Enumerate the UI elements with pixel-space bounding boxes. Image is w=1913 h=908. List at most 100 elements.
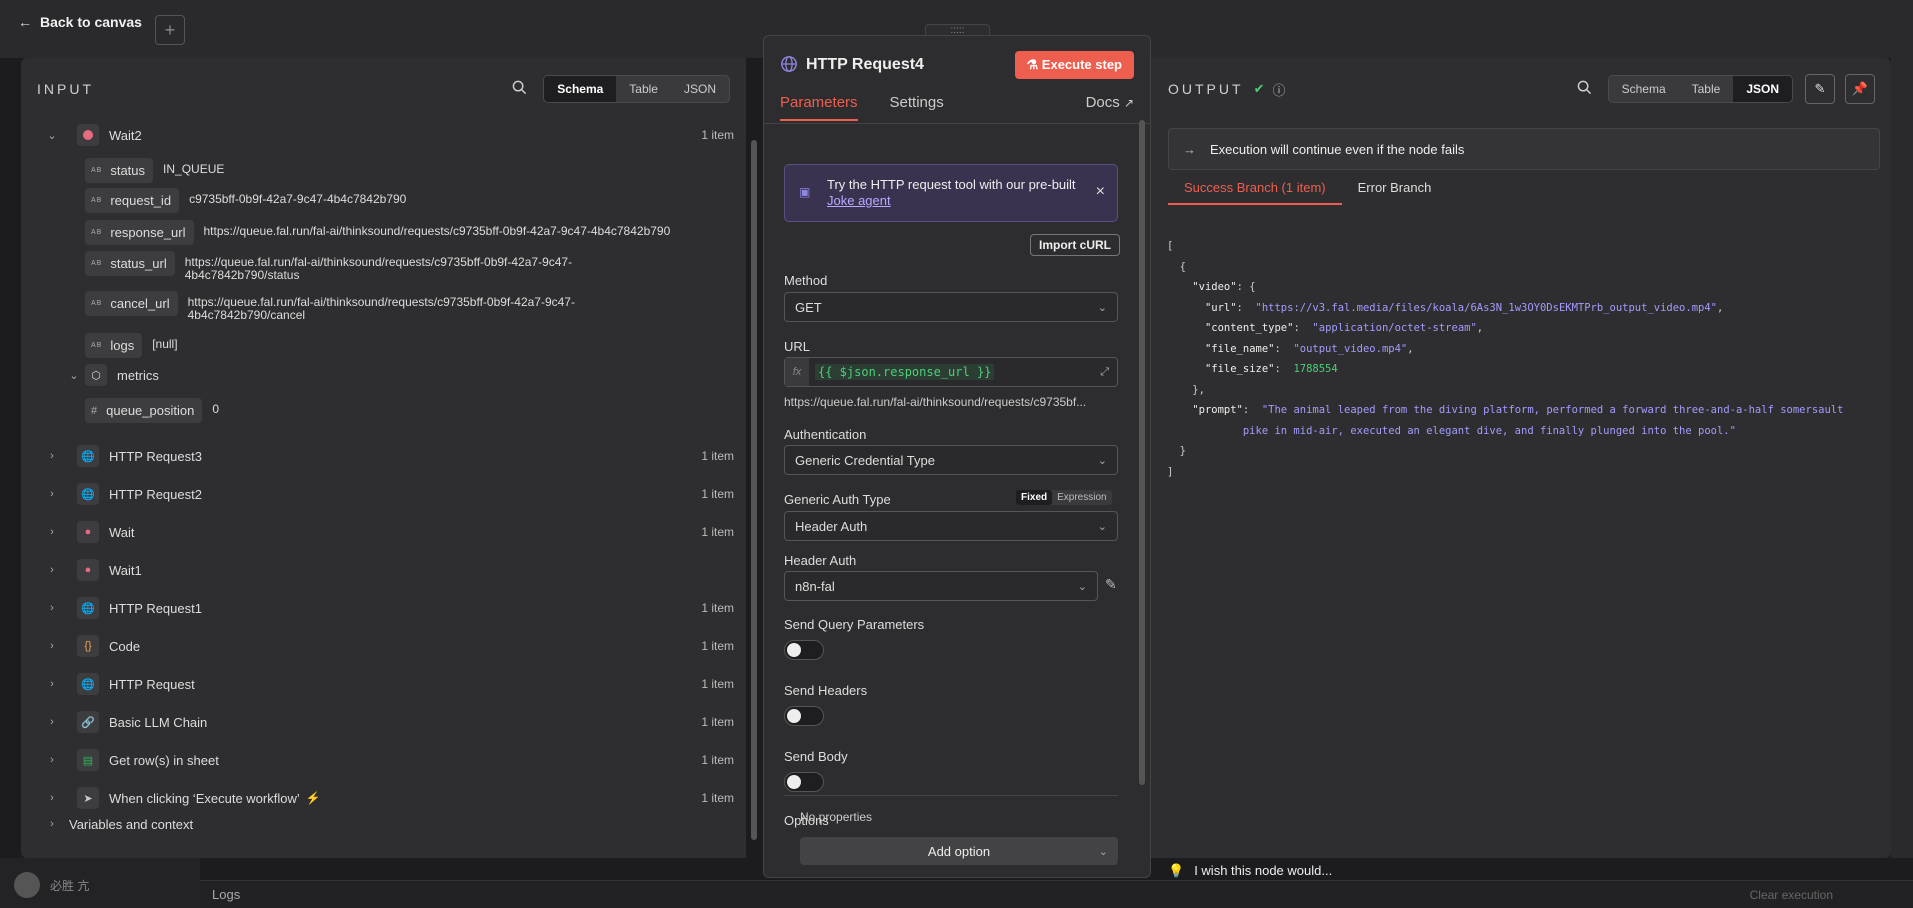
tree-node-variables[interactable]: › Variables and context xyxy=(21,809,746,839)
json-output: [ { "video": { "url": "https://v3.fal.me… xyxy=(1167,240,1844,478)
add-tab-button[interactable]: + xyxy=(155,15,185,45)
execute-step-button[interactable]: ⚗ Execute step xyxy=(1014,51,1134,79)
sheet-icon: ▤ xyxy=(77,749,99,771)
chevron-right-icon: › xyxy=(50,716,54,728)
tree-node-wait2[interactable]: ⌄ Wait2 1 item xyxy=(21,120,746,150)
logs-bar[interactable]: Logs xyxy=(200,880,1913,908)
method-select[interactable]: GET ⌄ xyxy=(784,292,1118,322)
pin-data-button[interactable]: 📌 xyxy=(1845,74,1875,104)
json-view-button[interactable]: JSON xyxy=(671,76,729,102)
cube-icon: ⬡ xyxy=(85,364,107,386)
modal-scrollbar[interactable] xyxy=(1139,120,1145,785)
string-type-icon: AB xyxy=(91,167,103,174)
chevron-down-icon: ⌄ xyxy=(1097,454,1107,467)
code-icon: {} xyxy=(77,635,99,657)
generic-auth-type-select[interactable]: Header Auth ⌄ xyxy=(784,511,1118,541)
tab-error-branch[interactable]: Error Branch xyxy=(1342,180,1448,205)
url-expression-field[interactable]: fx {{ $json.response_url }} ⤢ xyxy=(784,357,1118,387)
chevron-right-icon: › xyxy=(50,602,54,614)
tab-settings[interactable]: Settings xyxy=(890,94,944,119)
import-curl-button[interactable]: Import cURL xyxy=(1030,234,1120,256)
expression-button[interactable]: Expression xyxy=(1052,490,1111,505)
header-auth-select[interactable]: n8n-fal ⌄ xyxy=(784,571,1098,601)
tree-node-wait[interactable]: › ● Wait 1 item xyxy=(21,517,746,547)
tree-node-get-row-s-in-sheet[interactable]: › ▤ Get row(s) in sheet 1 item xyxy=(21,745,746,775)
string-type-icon: AB xyxy=(91,260,103,267)
output-title: OUTPUT xyxy=(1168,81,1244,97)
schema-view-button[interactable]: Schema xyxy=(544,76,617,102)
robot-icon: ▣ xyxy=(799,185,811,199)
feedback-link[interactable]: 💡 I wish this node would... xyxy=(1168,863,1332,879)
fx-icon: fx xyxy=(785,358,809,386)
table-view-button[interactable]: Table xyxy=(1679,76,1734,102)
continue-on-fail-notice: → Execution will continue even if the no… xyxy=(1168,128,1880,170)
fixed-button[interactable]: Fixed xyxy=(1016,490,1053,505)
search-icon[interactable] xyxy=(1577,80,1592,99)
expand-icon[interactable]: ⤢ xyxy=(1100,366,1109,379)
tree-node-wait1[interactable]: › ● Wait1 xyxy=(21,555,746,585)
canvas-right-edge xyxy=(1891,58,1913,858)
input-scrollbar[interactable] xyxy=(751,140,757,840)
globe-icon xyxy=(780,55,798,76)
json-view-button[interactable]: JSON xyxy=(1733,76,1792,102)
link-icon: 🔗 xyxy=(77,711,99,733)
chevron-right-icon: › xyxy=(50,754,54,766)
tree-node-metrics[interactable]: ⌄ ⬡ metrics xyxy=(21,360,746,390)
authentication-select[interactable]: Generic Credential Type ⌄ xyxy=(784,445,1118,475)
external-link-icon: ↗ xyxy=(1123,96,1134,110)
chevron-right-icon: › xyxy=(50,526,54,538)
send-query-toggle[interactable] xyxy=(784,640,824,660)
globe-icon: 🌐 xyxy=(77,445,99,467)
clear-execution-button[interactable]: Clear execution xyxy=(1750,888,1833,902)
chevron-right-icon: › xyxy=(50,640,54,652)
close-icon[interactable]: × xyxy=(1096,183,1105,201)
pencil-icon[interactable]: ✎ xyxy=(1105,576,1117,593)
input-view-toggle: Schema Table JSON xyxy=(543,75,730,103)
globe-icon: 🌐 xyxy=(77,483,99,505)
edit-output-button[interactable]: ✎ xyxy=(1805,74,1835,104)
add-option-button[interactable]: Add option ⌄ xyxy=(800,837,1118,865)
chevron-right-icon: › xyxy=(50,450,54,462)
tree-node-http-request[interactable]: › 🌐 HTTP Request 1 item xyxy=(21,669,746,699)
url-preview: https://queue.fal.run/fal-ai/thinksound/… xyxy=(784,395,1087,409)
back-to-canvas-link[interactable]: ← Back to canvas xyxy=(18,14,142,30)
tab-success-branch[interactable]: Success Branch (1 item) xyxy=(1168,180,1342,205)
field-status: AB status IN_QUEUE xyxy=(85,158,224,183)
success-check-icon: ✔ xyxy=(1253,81,1265,96)
tree-node-http-request2[interactable]: › 🌐 HTTP Request2 1 item xyxy=(21,479,746,509)
tree-node-code[interactable]: ›{} Code 1 item xyxy=(21,631,746,661)
joke-agent-link[interactable]: Joke agent xyxy=(827,193,891,208)
cursor-icon: ➤ xyxy=(77,787,99,809)
chevron-down-icon: ⌄ xyxy=(47,129,57,142)
tree-node-http-request3[interactable]: › 🌐 HTTP Request3 1 item xyxy=(21,441,746,471)
chevron-down-icon: ⌄ xyxy=(1098,845,1108,858)
user-menu[interactable]: 必胜 亢 xyxy=(14,872,89,898)
node-settings-modal: HTTP Request4 ⚗ Execute step Parameters … xyxy=(763,35,1151,878)
arrow-right-icon: → xyxy=(1183,141,1196,157)
chevron-right-icon: › xyxy=(50,792,54,804)
send-body-toggle[interactable] xyxy=(784,772,824,792)
send-headers-toggle[interactable] xyxy=(784,706,824,726)
table-view-button[interactable]: Table xyxy=(616,76,671,102)
chevron-down-icon: ⌄ xyxy=(69,369,79,382)
chevron-right-icon: › xyxy=(50,818,54,830)
schema-view-button[interactable]: Schema xyxy=(1609,76,1679,102)
field-logs: AB logs [null] xyxy=(85,333,178,358)
search-icon[interactable] xyxy=(512,80,527,99)
string-type-icon: AB xyxy=(91,342,103,349)
field-request-id: AB request_id c9735bff-0b9f-42a7-9c47-4b4… xyxy=(85,188,406,213)
node-title[interactable]: HTTP Request4 xyxy=(806,56,924,74)
chevron-right-icon: › xyxy=(50,488,54,500)
string-type-icon: AB xyxy=(91,300,103,307)
number-type-icon: # xyxy=(91,404,99,417)
info-icon[interactable]: ⓘ xyxy=(1272,80,1285,99)
tree-node-basic-llm-chain[interactable]: › 🔗 Basic LLM Chain 1 item xyxy=(21,707,746,737)
field-response-url: AB response_url https://queue.fal.run/fal… xyxy=(85,220,670,245)
tree-node-http-request1[interactable]: › 🌐 HTTP Request1 1 item xyxy=(21,593,746,623)
chevron-down-icon: ⌄ xyxy=(1097,520,1107,533)
lightbulb-icon: 💡 xyxy=(1168,863,1185,878)
tab-parameters[interactable]: Parameters xyxy=(780,94,858,121)
chevron-down-icon: ⌄ xyxy=(1077,580,1087,593)
tab-docs[interactable]: Docs ↗ xyxy=(1086,94,1134,119)
wait-icon: ● xyxy=(77,521,99,543)
